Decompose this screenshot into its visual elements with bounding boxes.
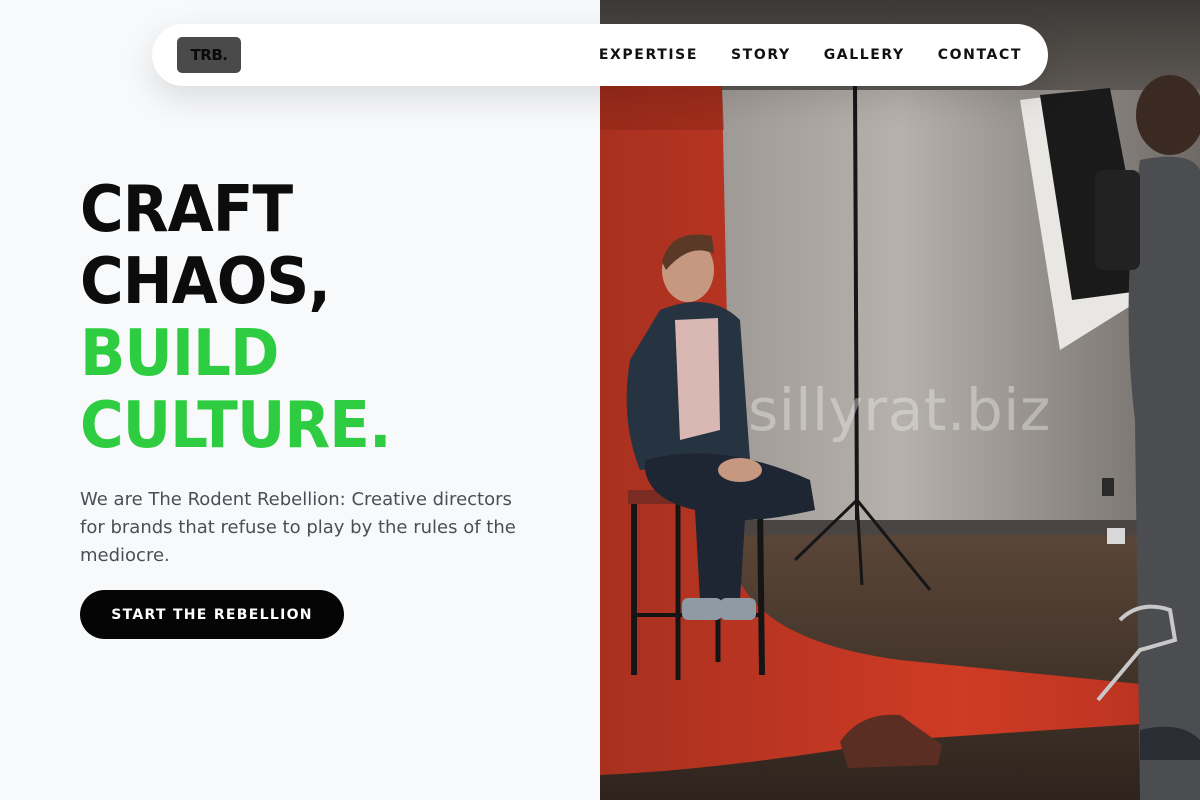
nav-item-gallery[interactable]: GALLERY (824, 47, 905, 63)
watermark-text: sillyrat.biz (748, 376, 1051, 444)
headline-line-2: CHAOS, (80, 245, 331, 319)
nav-menu: EXPERTISE STORY GALLERY CONTACT (599, 47, 1022, 63)
headline-line-4: CULTURE. (80, 389, 392, 463)
hero-headline: CRAFT CHAOS, BUILD CULTURE. (80, 173, 392, 463)
headline-line-3: BUILD (80, 317, 279, 391)
nav-item-contact[interactable]: CONTACT (938, 47, 1022, 63)
hero-description: We are The Rodent Rebellion: Creative di… (80, 489, 516, 566)
nav-item-story[interactable]: STORY (731, 47, 791, 63)
headline-line-1: CRAFT (80, 173, 293, 247)
brand-logo[interactable]: TRB. (177, 37, 241, 73)
top-navigation: TRB. EXPERTISE STORY GALLERY CONTACT (152, 24, 1048, 86)
hero-left-panel: CRAFT CHAOS, BUILD CULTURE. We are The R… (0, 0, 600, 800)
hero-photo: sillyrat.biz (600, 0, 1200, 800)
nav-item-expertise[interactable]: EXPERTISE (599, 47, 698, 63)
start-rebellion-button[interactable]: START THE REBELLION (80, 590, 344, 639)
